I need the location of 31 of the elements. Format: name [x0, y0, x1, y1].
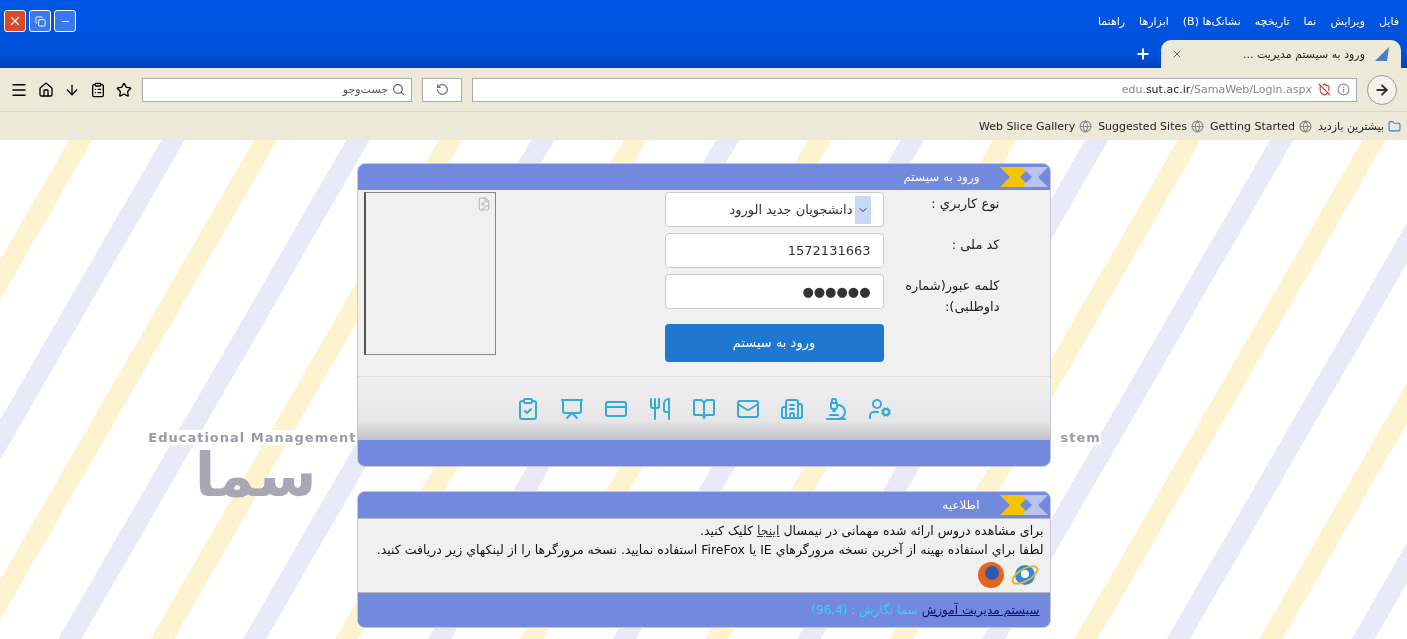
system-link[interactable]: سیستم مدیریت آموزش — [921, 602, 1040, 617]
login-button[interactable]: ورود به سیستم — [664, 323, 884, 362]
menu-item[interactable]: ویرایش — [1330, 14, 1365, 28]
notice-text: لطفا براي استفاده بهينه از آخرين نسخه مرورگرهاي IE يا FireFox استفاده نماييد. نسخه مرورگرها را از لينکهاي زير دريافت کنيد. — [376, 542, 1044, 558]
field-label: کلمه عبور(شماره داوطلبی): — [904, 277, 1000, 317]
menu-item[interactable]: تاریخچه — [1254, 14, 1290, 28]
user-type-dropdown[interactable]: دانشجویان جدید الورود — [664, 192, 884, 227]
version-text: سما نگارش : (96,4) — [811, 602, 918, 617]
bookmark-item[interactable]: Web Slice Gallery — [979, 119, 1093, 133]
address-bar[interactable]: edu.sut.ac.ir/SamaWeb/Login.aspx — [472, 77, 1357, 102]
menu-item[interactable]: راهنما — [1097, 14, 1126, 28]
bookmark-item[interactable]: Getting Started — [1209, 119, 1312, 133]
bookmark-item[interactable]: بیشترین بازدید — [1318, 119, 1401, 133]
menu-item[interactable]: فایل — [1379, 14, 1399, 28]
field-label: کد ملی : — [950, 236, 1000, 254]
here-link[interactable]: اینجا — [756, 523, 780, 538]
menu-item[interactable]: نما — [1303, 14, 1317, 28]
menu-item[interactable]: نشانک‌ها (B) — [1182, 14, 1241, 28]
input-field[interactable]: 1572131663 — [664, 233, 884, 268]
background-caption: stem — [1060, 430, 1101, 445]
background-caption: Educational Management — [148, 430, 357, 445]
notice-text: برای مشاهده دروس ارائه شده مهمانی در نیمسال اینجا کلیک کنید. — [698, 522, 1044, 541]
field-label: نوع کاربري : — [930, 195, 1000, 214]
logo-text: سما — [194, 445, 317, 505]
input-field[interactable]: ●●●●●● — [664, 274, 884, 309]
bookmark-item[interactable]: Suggested Sites — [1098, 119, 1204, 133]
search-field[interactable]: جست‌وجو — [142, 77, 412, 102]
browser-tab[interactable]: ورود به سیستم مدیریت ... — [1161, 40, 1401, 68]
panel-title: ورود به سیستم — [903, 170, 980, 184]
panel-title: اطلاعیه — [942, 498, 980, 512]
menu-item[interactable]: ابزارها — [1139, 14, 1169, 28]
